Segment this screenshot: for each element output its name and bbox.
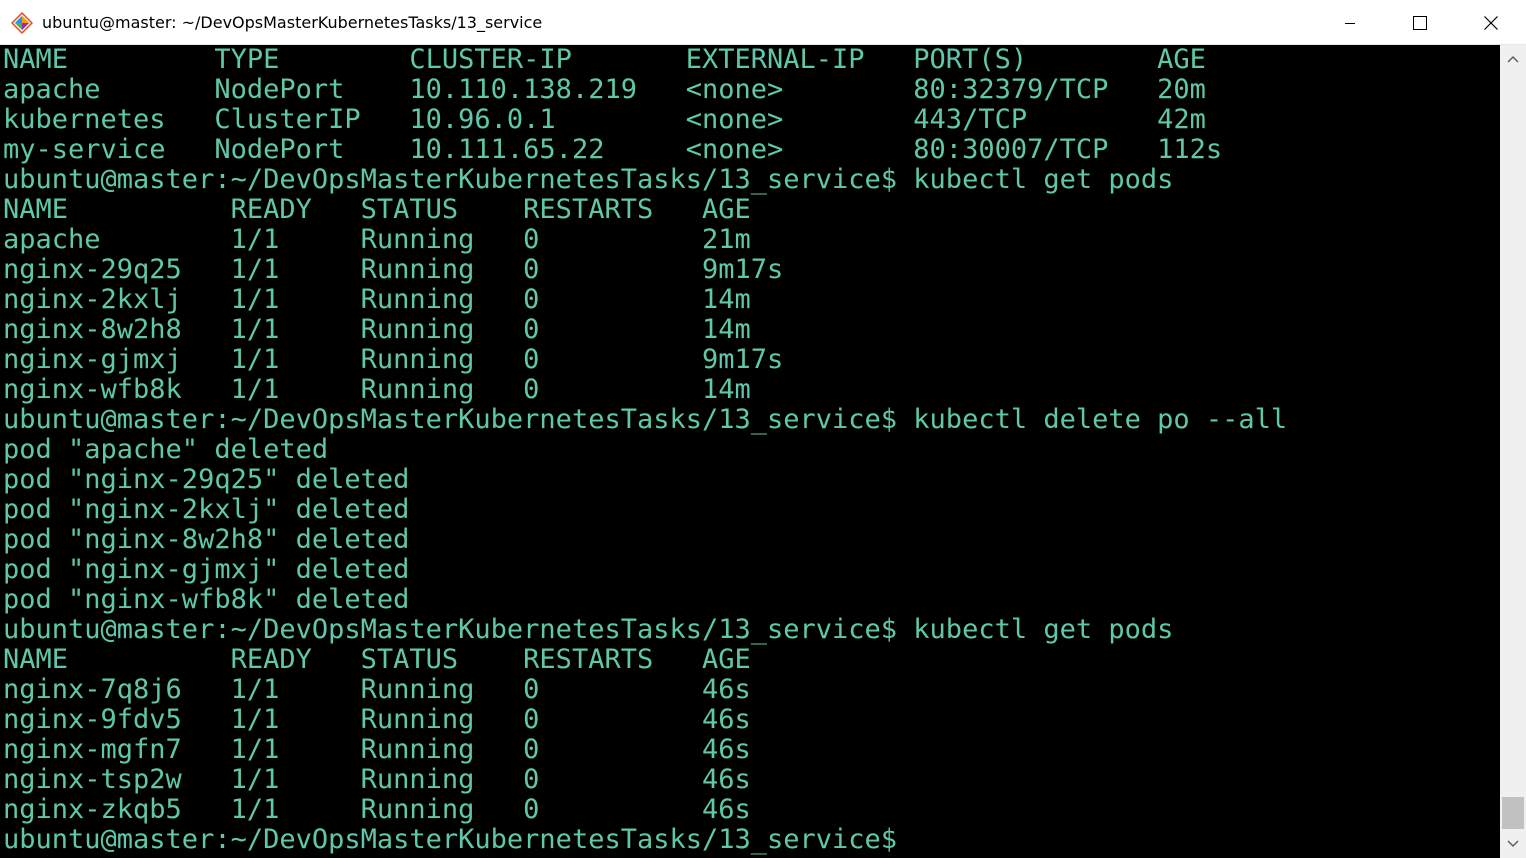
terminal-line: pod "nginx-wfb8k" deleted <box>3 584 410 615</box>
terminal-line: my-service NodePort 10.111.65.22 <none> … <box>3 134 1223 165</box>
terminal-line: pod "nginx-2kxlj" deleted <box>3 494 410 525</box>
git-bash-icon <box>11 12 33 34</box>
terminal-output[interactable]: NAME TYPE CLUSTER-IP EXTERNAL-IP PORT(S)… <box>0 45 1500 858</box>
terminal-line: kubernetes ClusterIP 10.96.0.1 <none> 44… <box>3 104 1206 135</box>
terminal-line: pod "nginx-8w2h8" deleted <box>3 524 410 555</box>
terminal-line: nginx-2kxlj 1/1 Running 0 14m <box>3 284 751 315</box>
terminal-line: ubuntu@master:~/DevOpsMasterKubernetesTa… <box>3 164 1174 195</box>
terminal-line: NAME READY STATUS RESTARTS AGE <box>3 644 751 675</box>
title-bar[interactable]: ubuntu@master: ~/DevOpsMasterKubernetesT… <box>0 0 1526 45</box>
terminal-line: nginx-8w2h8 1/1 Running 0 14m <box>3 314 751 345</box>
terminal-window: ubuntu@master: ~/DevOpsMasterKubernetesT… <box>0 0 1526 858</box>
maximize-button[interactable] <box>1385 0 1455 45</box>
terminal-line: ubuntu@master:~/DevOpsMasterKubernetesTa… <box>3 614 1174 645</box>
terminal-line: nginx-wfb8k 1/1 Running 0 14m <box>3 374 751 405</box>
minimize-icon <box>1345 22 1355 24</box>
terminal-line: nginx-29q25 1/1 Running 0 9m17s <box>3 254 784 285</box>
terminal-line: pod "apache" deleted <box>3 434 329 465</box>
terminal-line: apache 1/1 Running 0 21m <box>3 224 751 255</box>
terminal-line: pod "nginx-29q25" deleted <box>3 464 410 495</box>
maximize-icon <box>1413 15 1427 30</box>
scroll-up-arrow-icon <box>1507 55 1519 63</box>
scroll-down-button[interactable] <box>1500 830 1526 858</box>
close-icon <box>1484 15 1498 30</box>
terminal-line: NAME READY STATUS RESTARTS AGE <box>3 194 751 225</box>
minimize-button[interactable] <box>1315 0 1385 45</box>
terminal-line: nginx-zkqb5 1/1 Running 0 46s <box>3 794 751 825</box>
terminal-prompt-line: ubuntu@master:~/DevOpsMasterKubernetesTa… <box>3 824 898 855</box>
terminal-line: pod "nginx-gjmxj" deleted <box>3 554 410 585</box>
terminal-line: nginx-7q8j6 1/1 Running 0 46s <box>3 674 751 705</box>
terminal-line: nginx-tsp2w 1/1 Running 0 46s <box>3 764 751 795</box>
scroll-down-arrow-icon <box>1507 840 1519 848</box>
vertical-scrollbar[interactable] <box>1500 45 1526 858</box>
scroll-up-button[interactable] <box>1500 45 1526 73</box>
terminal-line: nginx-mgfn7 1/1 Running 0 46s <box>3 734 751 765</box>
scrollbar-thumb[interactable] <box>1502 797 1524 829</box>
window-title: ubuntu@master: ~/DevOpsMasterKubernetesT… <box>42 13 543 32</box>
terminal-line: NAME TYPE CLUSTER-IP EXTERNAL-IP PORT(S)… <box>3 45 1206 75</box>
terminal-line: ubuntu@master:~/DevOpsMasterKubernetesTa… <box>3 404 1288 435</box>
terminal-line: apache NodePort 10.110.138.219 <none> 80… <box>3 74 1206 105</box>
terminal-line: nginx-gjmxj 1/1 Running 0 9m17s <box>3 344 784 375</box>
close-button[interactable] <box>1456 0 1526 45</box>
terminal-line: nginx-9fdv5 1/1 Running 0 46s <box>3 704 751 735</box>
